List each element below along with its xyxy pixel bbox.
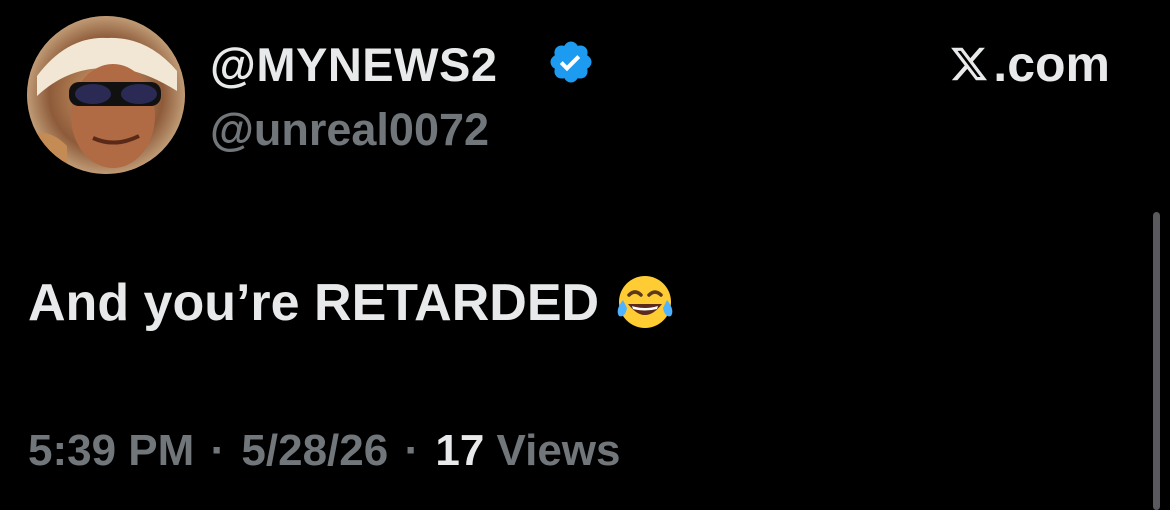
face-with-tears-of-joy-emoji — [617, 276, 673, 328]
scrollbar[interactable] — [1153, 212, 1160, 510]
display-name[interactable]: @MYNEWS2 — [210, 38, 497, 92]
views-count[interactable]: 17 — [435, 426, 484, 475]
views-label: Views — [496, 426, 621, 475]
tweet-card: @MYNEWS2 @unreal0072 .com And you’re RET… — [0, 0, 1170, 510]
tweet-text: And you’re RETARDED — [28, 270, 677, 334]
avatar[interactable] — [27, 16, 185, 174]
meta-separator: · — [404, 426, 420, 475]
tweet-text-content: And you’re RETARDED — [28, 274, 600, 332]
x-logo-icon — [951, 47, 988, 81]
source-label-text: .com — [993, 36, 1110, 92]
tweet-time[interactable]: 5:39 PM — [28, 426, 194, 475]
tweet-date[interactable]: 5/28/26 — [241, 426, 388, 475]
avatar-image — [27, 16, 185, 174]
verified-badge-icon[interactable] — [547, 38, 595, 86]
source-label: .com — [949, 36, 1110, 92]
meta-separator: · — [210, 426, 226, 475]
tweet-meta: 5:39 PM · 5/28/26 · 17 Views — [28, 423, 621, 479]
user-handle[interactable]: @unreal0072 — [210, 104, 489, 156]
